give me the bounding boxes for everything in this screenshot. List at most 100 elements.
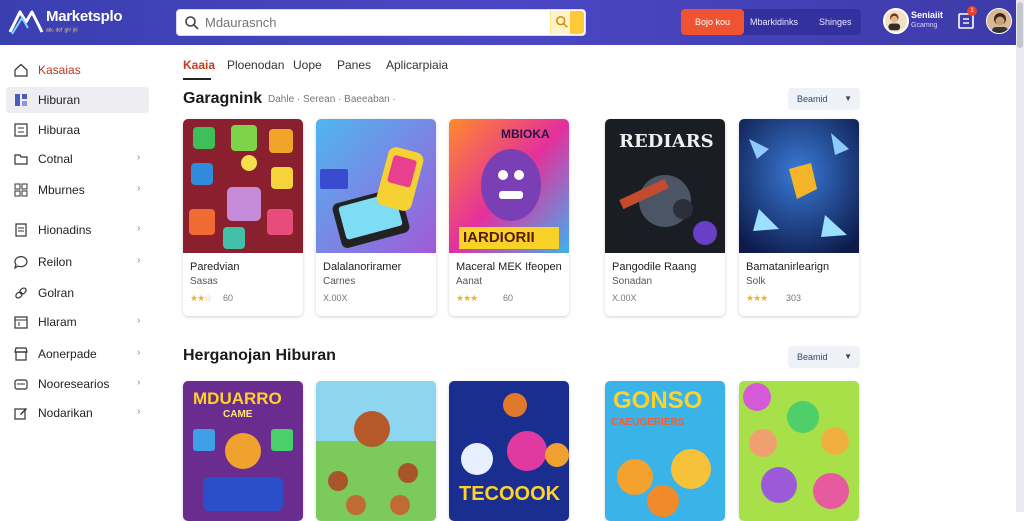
grid-icon — [15, 94, 27, 106]
section-title: Herganojan Hiburan — [183, 347, 336, 364]
game-category: Aanat — [456, 276, 483, 287]
tab-ploenodan[interactable]: Ploenodan — [227, 58, 284, 72]
sidebar-item-label: Hlaram — [38, 315, 77, 329]
search-input[interactable] — [205, 13, 545, 32]
game-title: Dalalanoriramer — [323, 261, 402, 273]
chevron-right-icon: › — [137, 315, 141, 326]
sort-dropdown[interactable]: Beamid ▼ — [788, 346, 860, 368]
user-name: Seniaiit — [911, 10, 944, 20]
sort-label: Beamid — [797, 352, 828, 362]
app-title: Marketsplo — [46, 8, 123, 25]
game-thumbnail — [739, 119, 859, 253]
rating-value: 60 — [503, 293, 514, 303]
primary-action-button[interactable]: Bojo kou — [681, 9, 744, 35]
game-badge-sub: CAEUGERIERS — [611, 417, 685, 428]
game-title: Paredvian — [190, 261, 240, 273]
sidebar-item-label: Hionadins — [38, 223, 92, 237]
sort-label: Beamid — [797, 94, 828, 104]
game-card[interactable]: Bamatanirlearign Solk ★★★ 303 — [739, 119, 859, 316]
sidebar-item-label: Nooresearios — [38, 377, 110, 391]
user-menu[interactable]: Seniaiit Gcamng — [883, 8, 947, 36]
game-card[interactable] — [739, 381, 859, 521]
game-category: Carnes — [323, 276, 356, 287]
sidebar-item-label: Golran — [38, 286, 75, 300]
sidebar-item-label: Hiburaa — [38, 123, 81, 137]
sidebar-item-hiburan[interactable]: Hiburan — [6, 87, 149, 113]
app-logo[interactable]: Marketsplo ᵃᵇᶜ ᵈᵉᶠ ᵍʰⁱ ʲᵏˡ — [8, 6, 158, 38]
game-badge-text: MBIOKA — [501, 127, 550, 141]
tab-uope[interactable]: Uope — [293, 58, 322, 72]
chevron-right-icon: › — [137, 183, 141, 194]
sidebar-item-home[interactable]: Kasaias — [6, 57, 149, 83]
sidebar-item-golran[interactable]: Golran — [6, 280, 149, 306]
sidebar-item-hiburaa[interactable]: Hiburaa — [6, 117, 149, 143]
game-thumbnail — [316, 381, 436, 521]
calendar-icon — [14, 316, 28, 329]
game-card[interactable]: MBIOKA IARDIORII Maceral MEK Ifeopen Aan… — [449, 119, 569, 316]
game-thumbnail — [183, 119, 303, 253]
inbox-icon — [14, 379, 28, 390]
chevron-down-icon: ▼ — [844, 352, 852, 361]
sidebar-item-label: Reilon — [38, 255, 73, 269]
header-link-1[interactable]: Mbarkidinks — [750, 9, 798, 35]
search-submit-icon — [555, 15, 568, 28]
sidebar-item-label: Hiburan — [38, 93, 81, 107]
search-bar[interactable] — [176, 9, 586, 36]
logo-mark-icon — [8, 10, 44, 35]
game-card[interactable] — [316, 381, 436, 521]
game-title: Bamatanirlearign — [746, 261, 830, 273]
sidebar-item-aonerpade[interactable]: Aonerpade › — [6, 341, 149, 367]
chevron-right-icon: › — [137, 347, 141, 358]
sidebar-item-label: Cotnal — [38, 152, 73, 166]
top-header: Marketsplo ᵃᵇᶜ ᵈᵉᶠ ᵍʰⁱ ʲᵏˡ Bojo kou Mbar… — [0, 0, 1024, 45]
game-card[interactable]: Dalalanoriramer Carnes X.00X — [316, 119, 436, 316]
game-card[interactable]: TECOOOK — [449, 381, 569, 521]
sidebar-item-nodarikan[interactable]: Nodarikan › — [6, 400, 149, 426]
sort-dropdown[interactable]: Beamid ▼ — [788, 88, 860, 110]
header-link-2[interactable]: Shinges — [819, 9, 852, 35]
profile-avatar[interactable] — [986, 8, 1012, 34]
page-scrollbar[interactable] — [1016, 0, 1024, 512]
game-category: Solk — [746, 276, 766, 287]
rating-value: 303 — [786, 293, 802, 303]
sidebar-item-hionadins[interactable]: Hionadins › — [6, 217, 149, 243]
section-meta: Dahle · Serean · Baeeaban · — [268, 94, 396, 105]
link-icon — [15, 287, 27, 299]
game-card[interactable]: Paredvian Sasas ★★☆ 60 — [183, 119, 303, 316]
chat-icon — [14, 256, 28, 269]
chevron-right-icon: › — [137, 152, 141, 163]
star-rating: ★★★ — [746, 293, 768, 303]
sidebar-item-reilon[interactable]: Reilon › — [6, 249, 149, 275]
app-subtitle: ᵃᵇᶜ ᵈᵉᶠ ᵍʰⁱ ʲᵏˡ — [46, 28, 78, 35]
search-button-accent — [570, 11, 584, 34]
sidebar-item-cotnal[interactable]: Cotnal › — [6, 146, 149, 172]
chevron-right-icon: › — [137, 377, 141, 388]
sidebar-item-mburnes[interactable]: Mburnes › — [6, 177, 149, 203]
chevron-right-icon: › — [137, 255, 141, 266]
search-submit-button[interactable] — [550, 11, 584, 34]
game-card[interactable]: REDIARS Pangodile Raang Sonadan X.00X — [605, 119, 725, 316]
user-subtitle: Gcamng — [911, 22, 938, 29]
game-card[interactable]: GONSO CAEUGERIERS — [605, 381, 725, 521]
rating-value: X.00X — [323, 293, 348, 303]
user-avatar — [883, 8, 909, 34]
list-icon — [14, 123, 28, 137]
sidebar-item-label: Nodarikan — [38, 406, 93, 420]
apps-icon — [14, 183, 28, 197]
scrollbar-thumb[interactable] — [1017, 2, 1023, 48]
tab-panes[interactable]: Panes — [337, 58, 371, 72]
tab-kaaia[interactable]: Kaaia — [183, 58, 215, 72]
notification-badge: 1 — [967, 6, 977, 16]
sidebar: Kasaias Hiburan Hiburaa Cotnal › Mburnes… — [0, 45, 160, 512]
star-rating: ★★★ — [456, 293, 478, 303]
tab-aplicarpiaia[interactable]: Aplicarpiaia — [386, 58, 448, 72]
edit-icon — [14, 408, 27, 420]
game-badge-sub: CAME — [223, 409, 253, 420]
sidebar-item-nooresearios[interactable]: Nooresearios › — [6, 371, 149, 397]
chevron-right-icon: › — [137, 406, 141, 417]
game-title: Pangodile Raang — [612, 261, 697, 273]
chevron-right-icon: › — [137, 223, 141, 234]
game-card[interactable]: MDUARRO CAME — [183, 381, 303, 521]
game-badge-text: TECOOOK — [459, 483, 561, 505]
sidebar-item-hlaram[interactable]: Hlaram › — [6, 309, 149, 335]
